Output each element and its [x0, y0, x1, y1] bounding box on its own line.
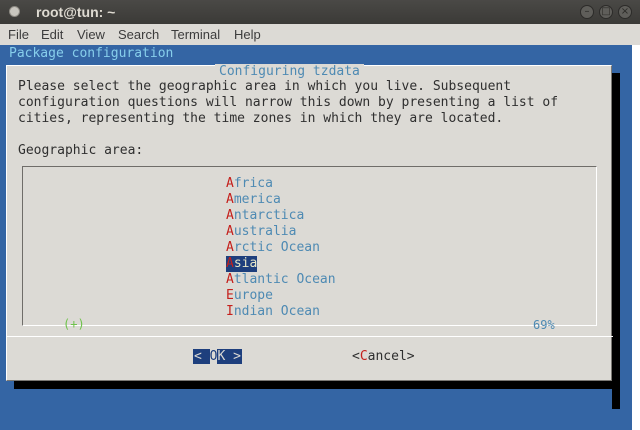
ok-left: < [194, 349, 210, 364]
terminal-edge [632, 45, 640, 430]
app-icon [9, 6, 20, 17]
terminal-window: root@tun: ~ – □ × File Edit View Search … [0, 0, 640, 430]
item-label: tlantic Ocean [233, 272, 336, 287]
description-line: Please select the geographic area in whi… [18, 79, 512, 94]
item-label: urope [233, 288, 273, 303]
window-title: root@tun: ~ [36, 4, 116, 20]
minimize-icon[interactable]: – [580, 5, 594, 19]
description-line: cities, representing the time zones in w… [18, 111, 504, 126]
hotkey: A [226, 224, 234, 239]
menu-help[interactable]: Help [234, 27, 261, 42]
list-items: Africa America Antarctica Australia Arct… [226, 176, 336, 320]
menu-terminal[interactable]: Terminal [171, 27, 220, 42]
description-line: configuration questions will narrow this… [18, 95, 559, 110]
dialog-shadow-bottom [14, 381, 620, 389]
terminal-area[interactable]: Package configuration Configuring tzdata… [0, 45, 640, 430]
hotkey: A [226, 272, 234, 287]
item-label: ustralia [233, 224, 297, 239]
list-item-indian-ocean[interactable]: Indian Ocean [226, 304, 336, 320]
tzdata-dialog: Configuring tzdata Please select the geo… [6, 64, 613, 381]
hotkey: A [226, 176, 234, 191]
scroll-percent: 69% [533, 318, 555, 332]
title-bar: root@tun: ~ – □ × [0, 0, 640, 24]
item-label: sia [233, 256, 258, 271]
list-item-atlantic-ocean[interactable]: Atlantic Ocean [226, 272, 336, 288]
cancel-hotkey: C [359, 349, 368, 364]
hotkey: I [226, 304, 234, 319]
button-row: < OK > <Cancel> [7, 336, 613, 364]
geographic-area-list[interactable]: Africa America Antarctica Australia Arct… [22, 166, 597, 332]
menu-edit[interactable]: Edit [41, 27, 63, 42]
list-item-australia[interactable]: Australia [226, 224, 336, 240]
hotkey: A [226, 192, 234, 207]
item-label: rctic Ocean [233, 240, 320, 255]
scroll-more-indicator: (+) [63, 317, 85, 331]
item-label: ndian Ocean [233, 304, 320, 319]
cancel-rest: ancel> [367, 349, 415, 364]
item-label: ntarctica [233, 208, 305, 223]
hotkey: A [226, 240, 234, 255]
list-item-africa[interactable]: Africa [226, 176, 336, 192]
menu-file[interactable]: File [8, 27, 29, 42]
ok-rest: K > [217, 349, 241, 364]
list-item-asia-selected[interactable]: Asia [226, 256, 258, 272]
menu-bar: File Edit View Search Terminal Help [0, 24, 640, 46]
close-icon[interactable]: × [618, 5, 632, 19]
dialog-description: Please select the geographic area in whi… [18, 79, 608, 127]
cancel-button[interactable]: <Cancel> [352, 349, 415, 364]
geographic-area-label: Geographic area: [18, 143, 144, 158]
menu-search[interactable]: Search [118, 27, 159, 42]
hotkey: A [226, 208, 234, 223]
package-config-header: Package configuration [9, 46, 174, 61]
maximize-icon[interactable]: □ [599, 5, 613, 19]
dialog-shadow [612, 73, 620, 409]
list-item-europe[interactable]: Europe [226, 288, 336, 304]
item-label: merica [233, 192, 281, 207]
selected-row: Asia [226, 256, 336, 272]
item-label: frica [233, 176, 273, 191]
list-item-america[interactable]: America [226, 192, 336, 208]
hotkey: A [226, 256, 234, 271]
list-item-antarctica[interactable]: Antarctica [226, 208, 336, 224]
menu-view[interactable]: View [77, 27, 105, 42]
ok-button[interactable]: < OK > [193, 349, 242, 364]
hotkey: E [226, 288, 234, 303]
list-item-arctic-ocean[interactable]: Arctic Ocean [226, 240, 336, 256]
dialog-title: Configuring tzdata [215, 64, 364, 79]
cancel-left: < [352, 349, 360, 364]
